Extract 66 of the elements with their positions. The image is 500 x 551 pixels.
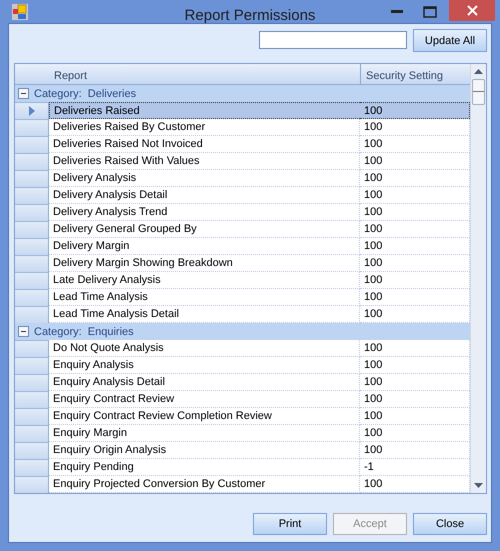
- table-row[interactable]: Deliveries Raised 100: [15, 102, 470, 119]
- table-row[interactable]: Enquiry Contract Review 100: [15, 391, 470, 408]
- table-row[interactable]: Late Delivery Analysis 100: [15, 272, 470, 289]
- table-row[interactable]: Enquiry Analysis Detail 100: [15, 374, 470, 391]
- row-header[interactable]: [15, 272, 49, 289]
- row-header[interactable]: [15, 136, 49, 153]
- scroll-down-icon[interactable]: [474, 483, 483, 488]
- table-row[interactable]: Delivery Margin Showing Breakdown 100: [15, 255, 470, 272]
- table-row[interactable]: Delivery General Grouped By 100: [15, 221, 470, 238]
- table-row[interactable]: Deliveries Raised With Values 100: [15, 153, 470, 170]
- table-row[interactable]: Enquiry Projected Conversion By Customer 100: [15, 476, 470, 493]
- row-header[interactable]: [15, 442, 49, 459]
- row-header[interactable]: [15, 204, 49, 221]
- table-row[interactable]: Lead Time Analysis 100: [15, 289, 470, 306]
- category-row[interactable]: Category: Enquiries: [15, 323, 470, 340]
- row-header[interactable]: [15, 391, 49, 408]
- row-header[interactable]: [15, 187, 49, 204]
- row-header[interactable]: [15, 425, 49, 442]
- row-header[interactable]: [15, 119, 49, 136]
- table-row[interactable]: Do Not Quote Analysis 100: [15, 340, 470, 357]
- close-icon: [466, 5, 478, 16]
- table-row[interactable]: Deliveries Raised Not Invoiced 100: [15, 136, 470, 153]
- scroll-thumb[interactable]: [472, 79, 485, 105]
- table-row[interactable]: Delivery Analysis 100: [15, 170, 470, 187]
- category-label: Category: Enquiries: [34, 326, 134, 338]
- table-cell: Enquiry Projected Conversion By Customer: [49, 476, 360, 493]
- row-header[interactable]: [15, 374, 49, 391]
- category-label: Category: Deliveries: [34, 88, 136, 100]
- update-all-button[interactable]: Update All: [413, 29, 487, 52]
- table-row[interactable]: Enquiry Margin 100: [15, 425, 470, 442]
- collapse-icon[interactable]: [18, 88, 29, 99]
- row-header[interactable]: [15, 238, 49, 255]
- table-row[interactable]: Delivery Analysis Trend 100: [15, 204, 470, 221]
- row-header[interactable]: [15, 357, 49, 374]
- row-header[interactable]: [15, 459, 49, 476]
- row-header[interactable]: [15, 221, 49, 238]
- close-button[interactable]: [449, 0, 495, 21]
- minimize-icon[interactable]: [391, 10, 403, 14]
- dialog-button[interactable]: Close: [413, 513, 487, 535]
- table-cell: Deliveries Raised: [49, 102, 360, 119]
- row-header[interactable]: [15, 255, 49, 272]
- scroll-up-icon[interactable]: [474, 69, 483, 74]
- maximize-icon[interactable]: [423, 6, 437, 18]
- search-field[interactable]: [259, 31, 407, 49]
- table-row[interactable]: Lead Time Analysis Detail 100: [15, 306, 470, 323]
- table-row[interactable]: Enquiry Pending -1: [15, 459, 470, 476]
- window-title: Report Permissions: [184, 7, 316, 24]
- table-row[interactable]: Delivery Margin 100: [15, 238, 470, 255]
- table-cell: 100: [360, 102, 470, 119]
- row-header[interactable]: [15, 153, 49, 170]
- vertical-scrollbar[interactable]: [470, 64, 486, 493]
- row-header[interactable]: [15, 408, 49, 425]
- current-row-icon: [28, 106, 34, 116]
- dialog-button[interactable]: Print: [253, 513, 327, 535]
- collapse-icon[interactable]: [18, 326, 29, 337]
- table-row[interactable]: Enquiry Origin Analysis 100: [15, 442, 470, 459]
- category-row[interactable]: Category: Deliveries: [15, 85, 470, 102]
- row-header[interactable]: [15, 170, 49, 187]
- row-header[interactable]: [15, 289, 49, 306]
- app-icon: [12, 4, 28, 20]
- table-row[interactable]: Delivery Analysis Detail 100: [15, 187, 470, 204]
- column-header[interactable]: Report: [49, 64, 360, 84]
- table-row[interactable]: Enquiry Contract Review Completion Review 100: [15, 408, 470, 425]
- row-header[interactable]: [15, 476, 49, 493]
- table-row[interactable]: Deliveries Raised By Customer 100: [15, 119, 470, 136]
- table-row[interactable]: Enquiry Analysis 100: [15, 357, 470, 374]
